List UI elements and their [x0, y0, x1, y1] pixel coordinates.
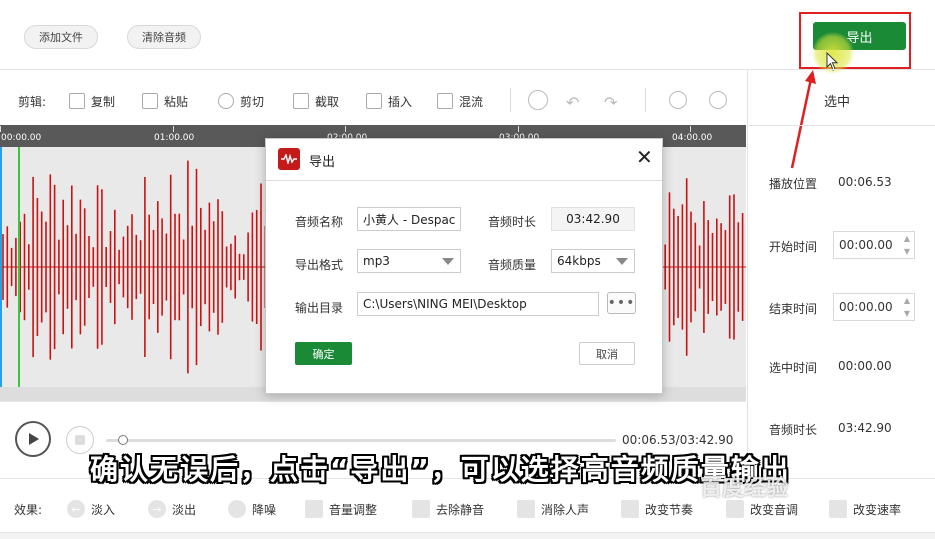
zoom-out-icon[interactable] — [709, 91, 727, 109]
mix-icon — [437, 93, 453, 109]
ruler-label: 00:00.00 — [1, 133, 42, 143]
edit-label: 剪辑: — [18, 94, 47, 109]
rate-icon — [829, 500, 847, 518]
effect-change-tempo[interactable]: 改变节奏 — [621, 500, 693, 518]
dialog-title: 导出 — [309, 155, 336, 170]
mute-icon — [412, 500, 430, 518]
clear-audio-button[interactable]: 清除音频 — [127, 25, 201, 49]
vocal-icon — [517, 500, 535, 518]
toolbar-divider — [510, 88, 511, 112]
export-format-select[interactable]: mp3 — [357, 249, 461, 273]
effect-fade-in[interactable]: ← 淡入 — [67, 500, 115, 518]
mix-tool[interactable]: 混流 — [437, 90, 483, 112]
effect-volume[interactable]: 音量调整 — [305, 500, 377, 518]
playback-progress[interactable] — [106, 439, 616, 442]
app-logo-icon — [278, 148, 300, 170]
audio-quality-label: 音频质量 — [488, 258, 537, 272]
audio-quality-select[interactable]: 64kbps — [551, 249, 635, 273]
copy-icon — [69, 93, 85, 109]
audio-duration-label: 音频时长 — [769, 423, 818, 437]
play-icon — [29, 433, 39, 445]
audio-duration-field: 03:42.90 — [551, 207, 635, 231]
effect-change-pitch[interactable]: 改变音调 — [726, 500, 798, 518]
stop-icon — [75, 435, 85, 445]
audio-duration-dialog-label: 音频时长 — [488, 215, 537, 229]
chevron-down-icon — [442, 258, 454, 265]
insert-icon — [366, 93, 382, 109]
audio-duration-value: 03:42.90 — [838, 421, 892, 435]
play-position-label: 播放位置 — [769, 177, 818, 191]
ruler-label: 04:00.00 — [672, 133, 713, 143]
scissors-icon — [218, 93, 234, 109]
browse-button[interactable]: ••• — [607, 292, 636, 314]
play-position-value: 00:06.53 — [838, 175, 892, 189]
start-time-spinner[interactable]: 00:00.00 ▲ ▼ — [833, 231, 915, 259]
output-dir-label: 输出目录 — [295, 301, 344, 315]
selected-time-label: 选中时间 — [769, 361, 818, 375]
effect-denoise[interactable]: 降噪 — [228, 500, 276, 518]
loop-icon[interactable] — [528, 90, 548, 110]
sidebar-title: 选中 — [824, 95, 851, 110]
top-divider — [0, 69, 935, 70]
close-icon[interactable]: ✕ — [636, 145, 653, 169]
effect-remove-vocal[interactable]: 消除人声 — [517, 500, 589, 518]
bottom-bar — [0, 532, 935, 539]
playback-knob[interactable] — [118, 435, 128, 445]
selected-time-value: 00:00.00 — [838, 359, 892, 373]
play-button[interactable] — [15, 421, 51, 457]
crop-icon — [293, 93, 309, 109]
effects-label: 效果: — [14, 502, 43, 517]
audio-name-input[interactable]: 小黄人 - Despac — [357, 207, 461, 231]
confirm-button[interactable]: 确定 — [295, 342, 352, 365]
export-format-label: 导出格式 — [295, 258, 344, 272]
zoom-in-icon[interactable] — [669, 91, 687, 109]
insert-tool[interactable]: 插入 — [366, 90, 412, 112]
crop-tool[interactable]: 截取 — [293, 90, 339, 112]
subtitle-caption: 确认无误后，点击“导出”，可以选择高音频质量输出 — [90, 453, 791, 486]
tempo-icon — [621, 500, 639, 518]
start-time-label: 开始时间 — [769, 240, 818, 254]
add-file-button[interactable]: 添加文件 — [24, 25, 98, 49]
volume-icon — [305, 500, 323, 518]
copy-tool[interactable]: 复制 — [69, 90, 115, 112]
end-time-label: 结束时间 — [769, 302, 818, 316]
sidebar-divider — [747, 70, 748, 490]
playback-time: 00:06.53/03:42.90 — [622, 433, 734, 447]
end-time-spinner[interactable]: 00:00.00 ▲ ▼ — [833, 293, 915, 321]
cancel-button[interactable]: 取消 — [579, 342, 635, 365]
fade-in-icon: ← — [67, 500, 85, 518]
paste-icon — [142, 93, 158, 109]
redo-icon[interactable]: ↷ — [604, 93, 617, 112]
fade-out-icon: → — [148, 500, 166, 518]
undo-icon[interactable]: ↶ — [566, 93, 579, 112]
ruler-label: 01:00.00 — [154, 133, 195, 143]
chevron-down-icon — [616, 258, 628, 265]
sidebar-title-divider — [748, 125, 935, 126]
export-dialog: 导出 ✕ 音频名称 小黄人 - Despac 音频时长 03:42.90 导出格… — [265, 138, 663, 394]
player-divider — [0, 401, 746, 402]
annotation-arrow — [790, 70, 816, 169]
audio-name-label: 音频名称 — [295, 215, 344, 229]
watermark: 百度经验 — [700, 476, 789, 501]
effect-remove-silence[interactable]: 去除静音 — [412, 500, 484, 518]
dialog-header: 导出 ✕ — [266, 139, 662, 181]
cut-tool[interactable]: 剪切 — [218, 90, 264, 112]
pitch-icon — [726, 500, 744, 518]
output-dir-input[interactable]: C:\Users\NING MEI\Desktop — [357, 292, 599, 316]
denoise-icon — [228, 500, 246, 518]
effect-change-rate[interactable]: 改变速率 — [829, 500, 901, 518]
toolbar-divider-2 — [645, 88, 646, 112]
paste-tool[interactable]: 粘贴 — [142, 90, 188, 112]
effect-fade-out[interactable]: → 淡出 — [148, 500, 196, 518]
